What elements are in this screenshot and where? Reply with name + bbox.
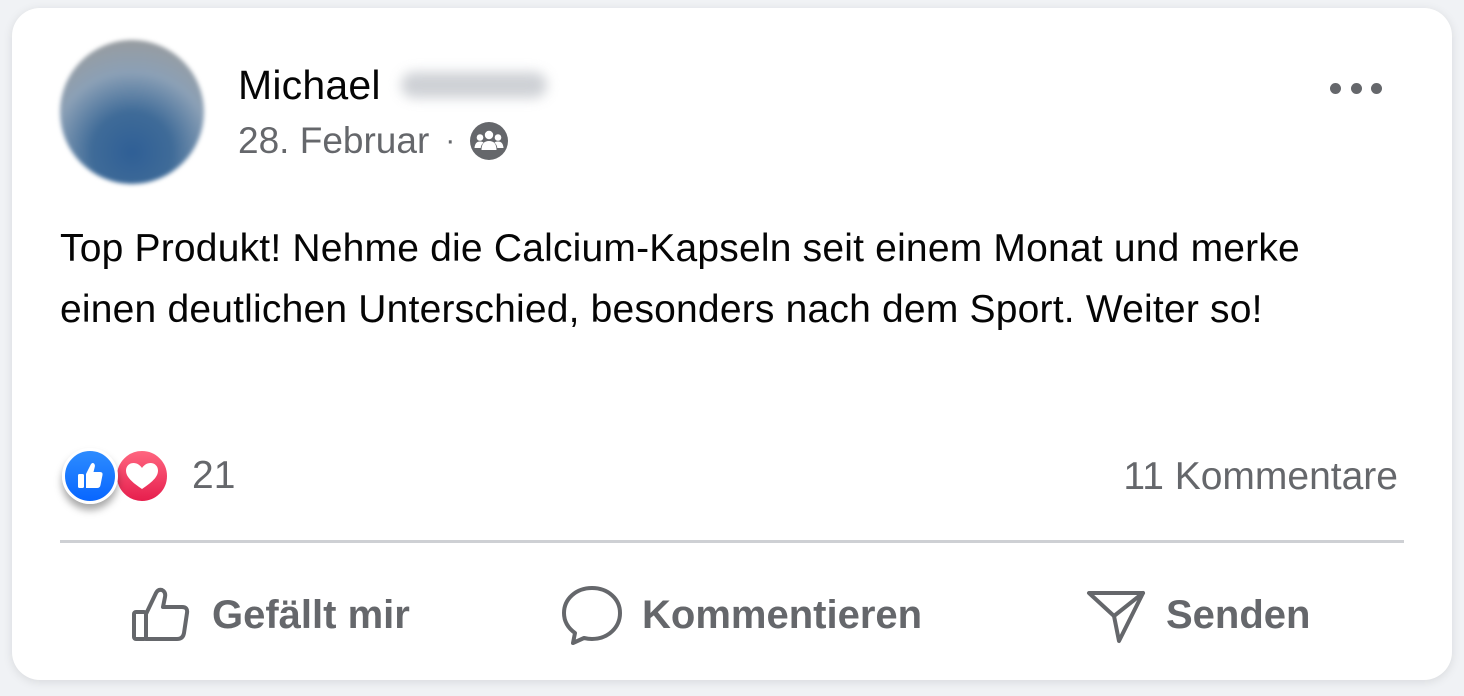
send-label: Senden <box>1166 592 1311 637</box>
like-button[interactable]: Gefällt mir <box>130 580 410 650</box>
send-icon <box>1084 583 1148 647</box>
post-text: Top Produkt! Nehme die Calcium-Kapseln s… <box>60 227 1300 331</box>
divider <box>60 540 1404 543</box>
send-button[interactable]: Senden <box>1084 580 1310 650</box>
author-name[interactable]: Michael <box>238 62 381 109</box>
more-dot <box>1371 82 1382 94</box>
like-reaction-icon <box>62 448 118 504</box>
avatar[interactable] <box>60 40 204 184</box>
comment-bubble-icon <box>560 583 624 647</box>
comment-button[interactable]: Kommentieren <box>560 580 922 650</box>
more-dot <box>1350 82 1362 94</box>
reaction-count[interactable]: 21 <box>192 454 235 498</box>
comments-count[interactable]: 11 Kommentare <box>1123 452 1398 502</box>
comment-label: Kommentieren <box>642 592 923 637</box>
author-surname-redacted <box>400 72 547 98</box>
like-label: Gefällt mir <box>212 592 410 637</box>
reaction-icons <box>62 448 170 504</box>
more-dot <box>1330 82 1341 94</box>
post-meta: 28. Februar · <box>238 116 509 166</box>
thumbs-up-icon <box>130 583 194 647</box>
post-date[interactable]: 28. Februar <box>238 120 429 162</box>
friends-icon[interactable] <box>469 121 509 161</box>
love-reaction-icon <box>114 448 170 504</box>
post-author: Michael <box>238 60 547 110</box>
meta-separator: · <box>445 124 456 157</box>
more-horizontal-icon[interactable] <box>1324 72 1388 104</box>
reactions-summary[interactable]: 21 <box>62 448 235 504</box>
post-card: Michael 28. Februar · Top Produkt! Nehme… <box>12 8 1452 680</box>
